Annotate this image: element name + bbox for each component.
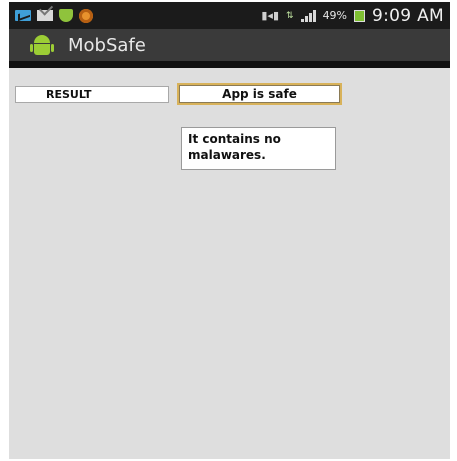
result-detail: It contains no malawares. [181,127,336,170]
status-bar: ▮◂▮ ⇅ 49% 9:09 AM [9,2,450,29]
shield-icon [59,9,73,22]
result-value-field[interactable]: App is safe [177,83,342,105]
signal-icon [300,9,316,22]
battery-percent: 49% [322,9,348,22]
mail-icon [37,10,53,21]
clock: 9:09 AM [372,5,444,26]
app-icon [79,8,93,23]
action-bar: MobSafe [9,29,450,61]
system-indicators: ▮◂▮ ⇅ 49% 9:09 AM [261,6,450,26]
action-bar-shadow [9,61,450,68]
android-icon[interactable] [30,33,54,57]
phone-screen: ▮◂▮ ⇅ 49% 9:09 AM MobSafe RESULT App is … [9,2,450,459]
notification-icons [15,8,93,23]
battery-icon [354,9,366,22]
vibrate-icon: ▮◂▮ [261,9,280,22]
result-label: RESULT [15,86,169,103]
message-icon [15,10,31,21]
app-title: MobSafe [68,34,146,56]
network-icon: ⇅ [286,10,294,21]
